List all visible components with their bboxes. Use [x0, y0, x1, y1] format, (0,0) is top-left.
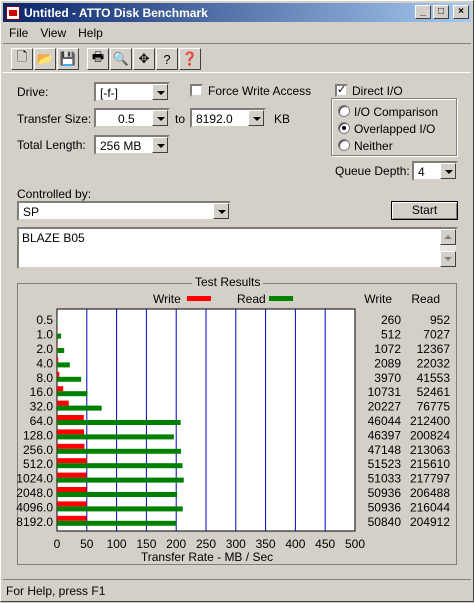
- write-value: 3970: [374, 371, 401, 385]
- write-value: 50936: [368, 500, 402, 514]
- write-bar: [57, 501, 87, 506]
- write-bar: [57, 473, 87, 478]
- row-size-label: 256.0: [23, 443, 53, 457]
- read-value: 212400: [410, 414, 450, 428]
- write-value: 47148: [368, 443, 402, 457]
- row-size-label: 128.0: [23, 428, 53, 442]
- xaxis-tick-label: 100: [107, 537, 127, 551]
- xaxis-tick-label: 300: [226, 537, 246, 551]
- read-value: 216044: [410, 500, 450, 514]
- write-value: 46044: [368, 414, 402, 428]
- main-window: Untitled - ATTO Disk Benchmark _ □ × Fil…: [0, 0, 474, 602]
- read-bar: [57, 406, 102, 411]
- xaxis-tick-label: 450: [315, 537, 335, 551]
- xaxis-tick-label: 150: [136, 537, 156, 551]
- row-size-label: 4.0: [36, 356, 53, 370]
- write-bar: [57, 386, 63, 391]
- read-bar: [57, 377, 81, 382]
- read-value: 52461: [417, 385, 451, 399]
- xaxis-tick-label: 0: [54, 537, 61, 551]
- row-size-label: 8.0: [36, 371, 53, 385]
- read-value: 217797: [410, 472, 450, 486]
- row-size-label: 0.5: [36, 313, 53, 327]
- row-size-label: 1.0: [36, 328, 53, 342]
- read-value: 7027: [423, 328, 450, 342]
- read-bar: [57, 420, 181, 425]
- read-value: 12367: [417, 342, 451, 356]
- read-value: 952: [430, 313, 450, 327]
- transfer-rate-chart: 0 50 100 150 200 250 300 350 400 450 500 0.5 260 952 1…: [1, 1, 474, 603]
- write-bar: [57, 357, 58, 362]
- write-value: 46397: [368, 428, 402, 442]
- read-bar: [57, 492, 177, 497]
- status-bar: For Help, press F1: [3, 579, 471, 599]
- write-bar: [57, 372, 59, 377]
- read-bar: [57, 348, 64, 353]
- read-bar: [57, 319, 58, 324]
- xaxis-label: Transfer Rate - MB / Sec: [117, 550, 297, 564]
- read-value: 213063: [410, 443, 450, 457]
- write-value: 2089: [374, 356, 401, 370]
- row-size-label: 32.0: [30, 400, 54, 414]
- read-value: 76775: [417, 400, 451, 414]
- xaxis-tick-label: 50: [80, 537, 94, 551]
- write-value: 260: [381, 313, 401, 327]
- write-bar: [57, 458, 87, 463]
- read-bar: [57, 506, 183, 511]
- write-bar: [57, 415, 84, 420]
- read-value: 206488: [410, 486, 450, 500]
- read-value: 215610: [410, 457, 450, 471]
- write-bar: [57, 401, 69, 406]
- xaxis-tick-label: 350: [256, 537, 276, 551]
- xaxis-tick-label: 500: [345, 537, 365, 551]
- write-value: 50840: [368, 515, 402, 529]
- row-size-label: 1024.0: [16, 472, 53, 486]
- row-size-label: 4096.0: [16, 500, 53, 514]
- row-size-label: 8192.0: [16, 515, 53, 529]
- xaxis-tick-label: 400: [285, 537, 305, 551]
- write-bar: [57, 444, 84, 449]
- row-size-label: 2048.0: [16, 486, 53, 500]
- row-size-label: 2.0: [36, 342, 53, 356]
- read-bar: [57, 463, 182, 468]
- write-value: 10731: [368, 385, 402, 399]
- read-bar: [57, 434, 174, 439]
- xaxis-tick-label: 250: [196, 537, 216, 551]
- read-bar: [57, 362, 70, 367]
- write-value: 512: [381, 328, 401, 342]
- xaxis-tick-label: 200: [166, 537, 186, 551]
- write-value: 20227: [368, 400, 402, 414]
- write-bar: [57, 429, 84, 434]
- write-value: 50936: [368, 486, 402, 500]
- row-size-label: 16.0: [30, 385, 54, 399]
- write-value: 51523: [368, 457, 402, 471]
- write-bar: [57, 487, 87, 492]
- read-bar: [57, 449, 181, 454]
- read-bar: [57, 334, 61, 339]
- read-bar: [57, 391, 88, 396]
- write-bar: [57, 516, 87, 521]
- read-value: 200824: [410, 428, 450, 442]
- read-bar: [57, 521, 176, 526]
- write-value: 1072: [374, 342, 401, 356]
- write-value: 51033: [368, 472, 402, 486]
- read-bar: [57, 478, 184, 483]
- row-size-label: 512.0: [23, 457, 53, 471]
- read-value: 204912: [410, 515, 450, 529]
- read-value: 22032: [417, 356, 451, 370]
- read-value: 41553: [417, 371, 451, 385]
- write-bar: [57, 343, 58, 348]
- row-size-label: 64.0: [30, 414, 54, 428]
